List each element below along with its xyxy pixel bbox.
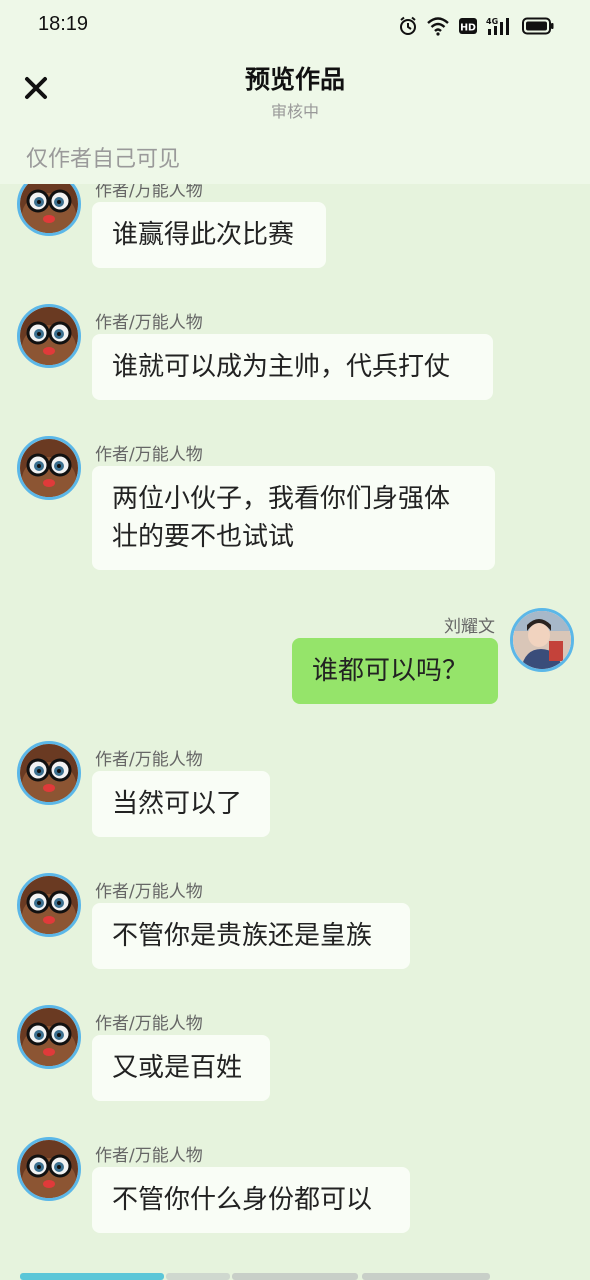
- sender-name: 作者/万能人物: [95, 1014, 203, 1034]
- character-avatar[interactable]: [17, 1005, 81, 1069]
- bottom-segment: [362, 1273, 490, 1280]
- status-icons: HD 4G: [398, 14, 554, 38]
- sender-name: 作者/万能人物: [95, 882, 203, 902]
- message-bubble[interactable]: 又或是百姓: [92, 1035, 270, 1101]
- page-title: 预览作品: [244, 65, 345, 94]
- message-bubble[interactable]: 谁都可以吗？: [292, 638, 498, 704]
- status-bar: 18:19 HD 4G: [0, 0, 590, 50]
- review-status: 审核中: [270, 102, 319, 121]
- sender-name: 刘耀文: [444, 617, 495, 637]
- cartoon-character-icon: [20, 439, 78, 497]
- message-bubble[interactable]: 当然可以了: [92, 771, 270, 837]
- status-time: 18:19: [38, 13, 89, 35]
- message-line: 壮的要不也试试: [112, 522, 295, 552]
- message-bubble[interactable]: 两位小伙子，我看你们身强体 壮的要不也试试: [92, 466, 495, 570]
- character-avatar[interactable]: [17, 184, 81, 236]
- chat-list[interactable]: 作者/万能人物 谁赢得此次比赛 作者/万能人物 谁就可以成为主帅，代兵打仗 作者…: [0, 184, 590, 1280]
- sender-name: 作者/万能人物: [95, 313, 203, 333]
- sender-name: 作者/万能人物: [95, 445, 203, 465]
- hd-label: HD: [460, 23, 476, 34]
- cartoon-character-icon: [20, 184, 78, 233]
- character-avatar[interactable]: [17, 1137, 81, 1201]
- sender-name: 作者/万能人物: [95, 750, 203, 770]
- wifi-icon: [426, 16, 450, 36]
- header: 预览作品 审核中 仅作者自己可见: [0, 50, 590, 184]
- message-bubble[interactable]: 谁就可以成为主帅，代兵打仗: [92, 334, 493, 400]
- visibility-note: 仅作者自己可见: [26, 147, 181, 172]
- message-bubble[interactable]: 不管你什么身份都可以: [92, 1167, 410, 1233]
- 4g-signal-icon: 4G: [486, 16, 514, 36]
- alarm-icon: [398, 16, 418, 36]
- bottom-segment: [20, 1273, 164, 1280]
- bottom-segment: [232, 1273, 358, 1280]
- character-avatar[interactable]: [17, 741, 81, 805]
- bottom-segment: [166, 1273, 230, 1280]
- hd-icon: HD: [458, 16, 478, 36]
- bottom-bar: [0, 1273, 590, 1280]
- sender-name: 作者/万能人物: [95, 1146, 203, 1166]
- character-avatar[interactable]: [17, 873, 81, 937]
- message-bubble[interactable]: 谁赢得此次比赛: [92, 202, 326, 268]
- cartoon-character-icon: [20, 876, 78, 934]
- user-avatar[interactable]: [510, 608, 574, 672]
- network-label: 4G: [486, 17, 498, 26]
- cartoon-character-icon: [20, 1140, 78, 1198]
- sender-name: 作者/万能人物: [95, 184, 203, 201]
- cartoon-character-icon: [20, 744, 78, 802]
- cartoon-character-icon: [20, 1008, 78, 1066]
- character-avatar[interactable]: [17, 436, 81, 500]
- message-bubble[interactable]: 不管你是贵族还是皇族: [92, 903, 410, 969]
- character-avatar[interactable]: [17, 304, 81, 368]
- user-photo-icon: [513, 611, 571, 669]
- message-line: 两位小伙子，我看你们身强体: [112, 484, 451, 514]
- battery-icon: [522, 17, 554, 35]
- cartoon-character-icon: [20, 307, 78, 365]
